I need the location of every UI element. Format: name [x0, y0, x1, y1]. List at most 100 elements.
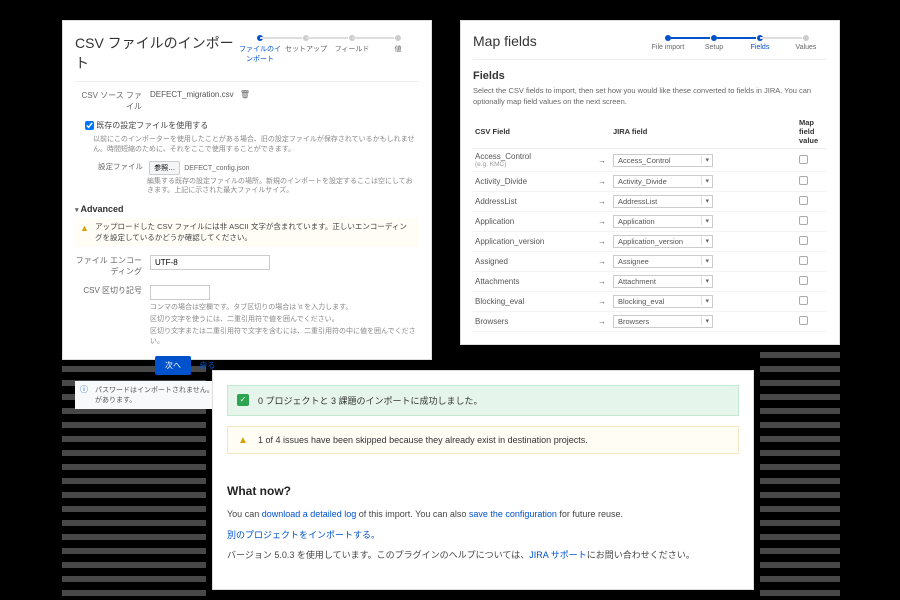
fields-subtitle: Fields [473, 70, 827, 82]
step-values[interactable]: 値 [377, 33, 419, 54]
ascii-warning-box: ▲ アップロードした CSV ファイルには非 ASCII 文字が含まれています。… [75, 218, 419, 247]
csv-source-file: DEFECT_migration.csv [150, 90, 234, 99]
csv-field-name: Assigned [475, 257, 591, 266]
jira-field-select[interactable]: Blocking_eval [613, 295, 713, 308]
table-row: Browsers→Browsers [473, 312, 827, 332]
table-row: Attachments→Attachment [473, 272, 827, 292]
r-step-fields[interactable]: Fields [739, 33, 781, 51]
map-value-checkbox[interactable] [799, 256, 808, 265]
jira-field-select[interactable]: Application_version [613, 235, 713, 248]
jira-field-select[interactable]: AddressList [613, 195, 713, 208]
use-existing-label: 既存の設定ファイルを使用する [96, 121, 208, 130]
jira-field-select[interactable]: Activity_Divide [613, 175, 713, 188]
arrow-icon: → [593, 292, 611, 312]
csv-field-name: Application [475, 217, 591, 226]
delimiter-input[interactable] [150, 285, 210, 300]
table-row: Blocking_eval→Blocking_eval [473, 292, 827, 312]
csv-field-name: Activity_Divide [475, 177, 591, 186]
delimiter-label: CSV 区切り記号 [75, 285, 150, 346]
download-log-link[interactable]: download a detailed log [262, 509, 357, 519]
choose-file-button[interactable]: 参照… [149, 161, 180, 175]
delimiter-help2: 区切り文字を使うには、二重引用符で値を囲んでください。 [150, 315, 419, 325]
config-file-help: 編集する既存の設定ファイルの場所。新規のインポートを設定するここは空にしておきま… [147, 177, 419, 197]
csv-field-example: (e.g. KMC) [475, 161, 591, 168]
arrow-icon: → [593, 272, 611, 292]
jira-field-select[interactable]: Application [613, 215, 713, 228]
table-row: Application→Application [473, 212, 827, 232]
table-row: AddressList→AddressList [473, 192, 827, 212]
csv-source-label: CSV ソース ファイル [75, 90, 150, 112]
encoding-label: ファイル エンコーディング [75, 255, 150, 277]
delimiter-help1: コンマの場合は空欄です。タブ区切りの場合は \t を入力します。 [150, 303, 419, 313]
map-value-checkbox[interactable] [799, 216, 808, 225]
next-button[interactable]: 次へ [155, 356, 191, 375]
arrow-icon: → [593, 312, 611, 332]
step-fields[interactable]: フィールド [331, 33, 373, 54]
import-another-link[interactable]: 別のプロジェクトをインポートする。 [227, 530, 380, 540]
csv-field-name: Blocking_eval [475, 297, 591, 306]
import-result-panel: ✓ 0 プロジェクトと 3 課題のインポートに成功しました。 ▲ 1 of 4 … [212, 370, 754, 590]
warning-icon: ▲ [80, 222, 89, 235]
decorative-stripes-right [760, 352, 840, 596]
csv-field-name: Access_Control [475, 152, 591, 161]
save-config-link[interactable]: save the configuration [469, 509, 557, 519]
use-existing-checkbox[interactable] [85, 121, 94, 130]
map-fields-title: Map fields [473, 33, 647, 49]
csv-field-name: Attachments [475, 277, 591, 286]
map-value-checkbox[interactable] [799, 276, 808, 285]
r-step-file[interactable]: File import [647, 33, 689, 51]
warning-icon: ▲ [238, 435, 248, 446]
r-step-values[interactable]: Values [785, 33, 827, 51]
table-row: Activity_Divide→Activity_Divide [473, 172, 827, 192]
arrow-icon: → [593, 212, 611, 232]
table-row: Access_Control(e.g. KMC)→Access_Control [473, 149, 827, 172]
jira-support-link[interactable]: JIRA サポート [529, 550, 587, 560]
arrow-icon: → [593, 149, 611, 172]
step-setup[interactable]: セットアップ [285, 33, 327, 54]
fields-desc: Select the CSV fields to import, then se… [473, 86, 827, 107]
col-csv-field: CSV Field [473, 115, 593, 149]
version-line: バージョン 5.0.3 を使用しています。このプラグインのヘルプについては、JI… [227, 549, 739, 562]
table-row: Application_version→Application_version [473, 232, 827, 252]
jira-field-select[interactable]: Browsers [613, 315, 713, 328]
info-icon: ⓘ [80, 384, 88, 395]
map-value-checkbox[interactable] [799, 316, 808, 325]
use-existing-help: 以前にこのインポーターを使用したことがある場合、旧の設定ファイルが保存されている… [93, 135, 419, 155]
arrow-icon: → [593, 172, 611, 192]
csv-import-panel: CSV ファイルのインポート ファイルのインポート セットアップ フィールド 値… [62, 20, 432, 360]
trash-icon[interactable]: 🗑 [240, 90, 250, 99]
config-file-name: DEFECT_config.json [184, 165, 249, 172]
csv-field-name: Application_version [475, 237, 591, 246]
csv-field-name: Browsers [475, 317, 591, 326]
what-now-heading: What now? [227, 484, 739, 498]
csv-field-name: AddressList [475, 197, 591, 206]
arrow-icon: → [593, 252, 611, 272]
map-fields-stepper: File import Setup Fields Values [647, 33, 827, 51]
arrow-icon: → [593, 192, 611, 212]
delimiter-help3: 区切り文字または二重引用符で文字を含むには、二重引用符の中に値を囲んでください。 [150, 327, 419, 347]
table-row: Assigned→Assignee [473, 252, 827, 272]
success-message-box: ✓ 0 プロジェクトと 3 課題のインポートに成功しました。 [227, 385, 739, 416]
jira-field-select[interactable]: Assignee [613, 255, 713, 268]
jira-field-select[interactable]: Attachment [613, 275, 713, 288]
step-file-import[interactable]: ファイルのインポート [239, 33, 281, 64]
map-value-checkbox[interactable] [799, 236, 808, 245]
advanced-section-header[interactable]: Advanced [75, 204, 419, 214]
map-fields-panel: Map fields File import Setup Fields Valu… [460, 20, 840, 345]
col-map-value: Map field value [797, 115, 827, 149]
map-value-checkbox[interactable] [799, 196, 808, 205]
skipped-warning-box: ▲ 1 of 4 issues have been skipped becaus… [227, 426, 739, 454]
encoding-input[interactable] [150, 255, 270, 270]
r-step-setup[interactable]: Setup [693, 33, 735, 51]
csv-import-title: CSV ファイルのインポート [75, 33, 239, 73]
download-log-line: You can download a detailed log of this … [227, 508, 739, 521]
col-jira-field: JIRA field [611, 115, 797, 149]
field-mapping-table: CSV Field JIRA field Map field value Acc… [473, 115, 827, 332]
arrow-icon: → [593, 232, 611, 252]
map-value-checkbox[interactable] [799, 296, 808, 305]
map-value-checkbox[interactable] [799, 176, 808, 185]
config-file-label: 設定ファイル [93, 161, 143, 172]
jira-field-select[interactable]: Access_Control [613, 154, 713, 167]
map-value-checkbox[interactable] [799, 155, 808, 164]
checkmark-icon: ✓ [237, 394, 249, 406]
